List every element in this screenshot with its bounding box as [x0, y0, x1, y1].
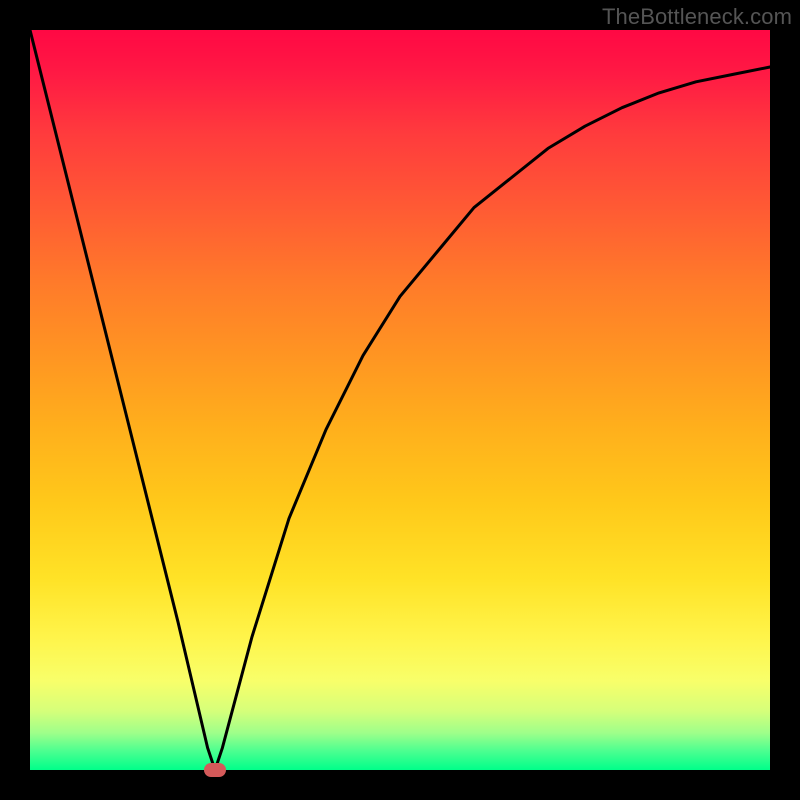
attribution-text: TheBottleneck.com [602, 4, 792, 30]
bottleneck-curve [30, 30, 770, 770]
chart-frame: TheBottleneck.com [0, 0, 800, 800]
plot-area [30, 30, 770, 770]
minimum-marker [204, 763, 226, 777]
